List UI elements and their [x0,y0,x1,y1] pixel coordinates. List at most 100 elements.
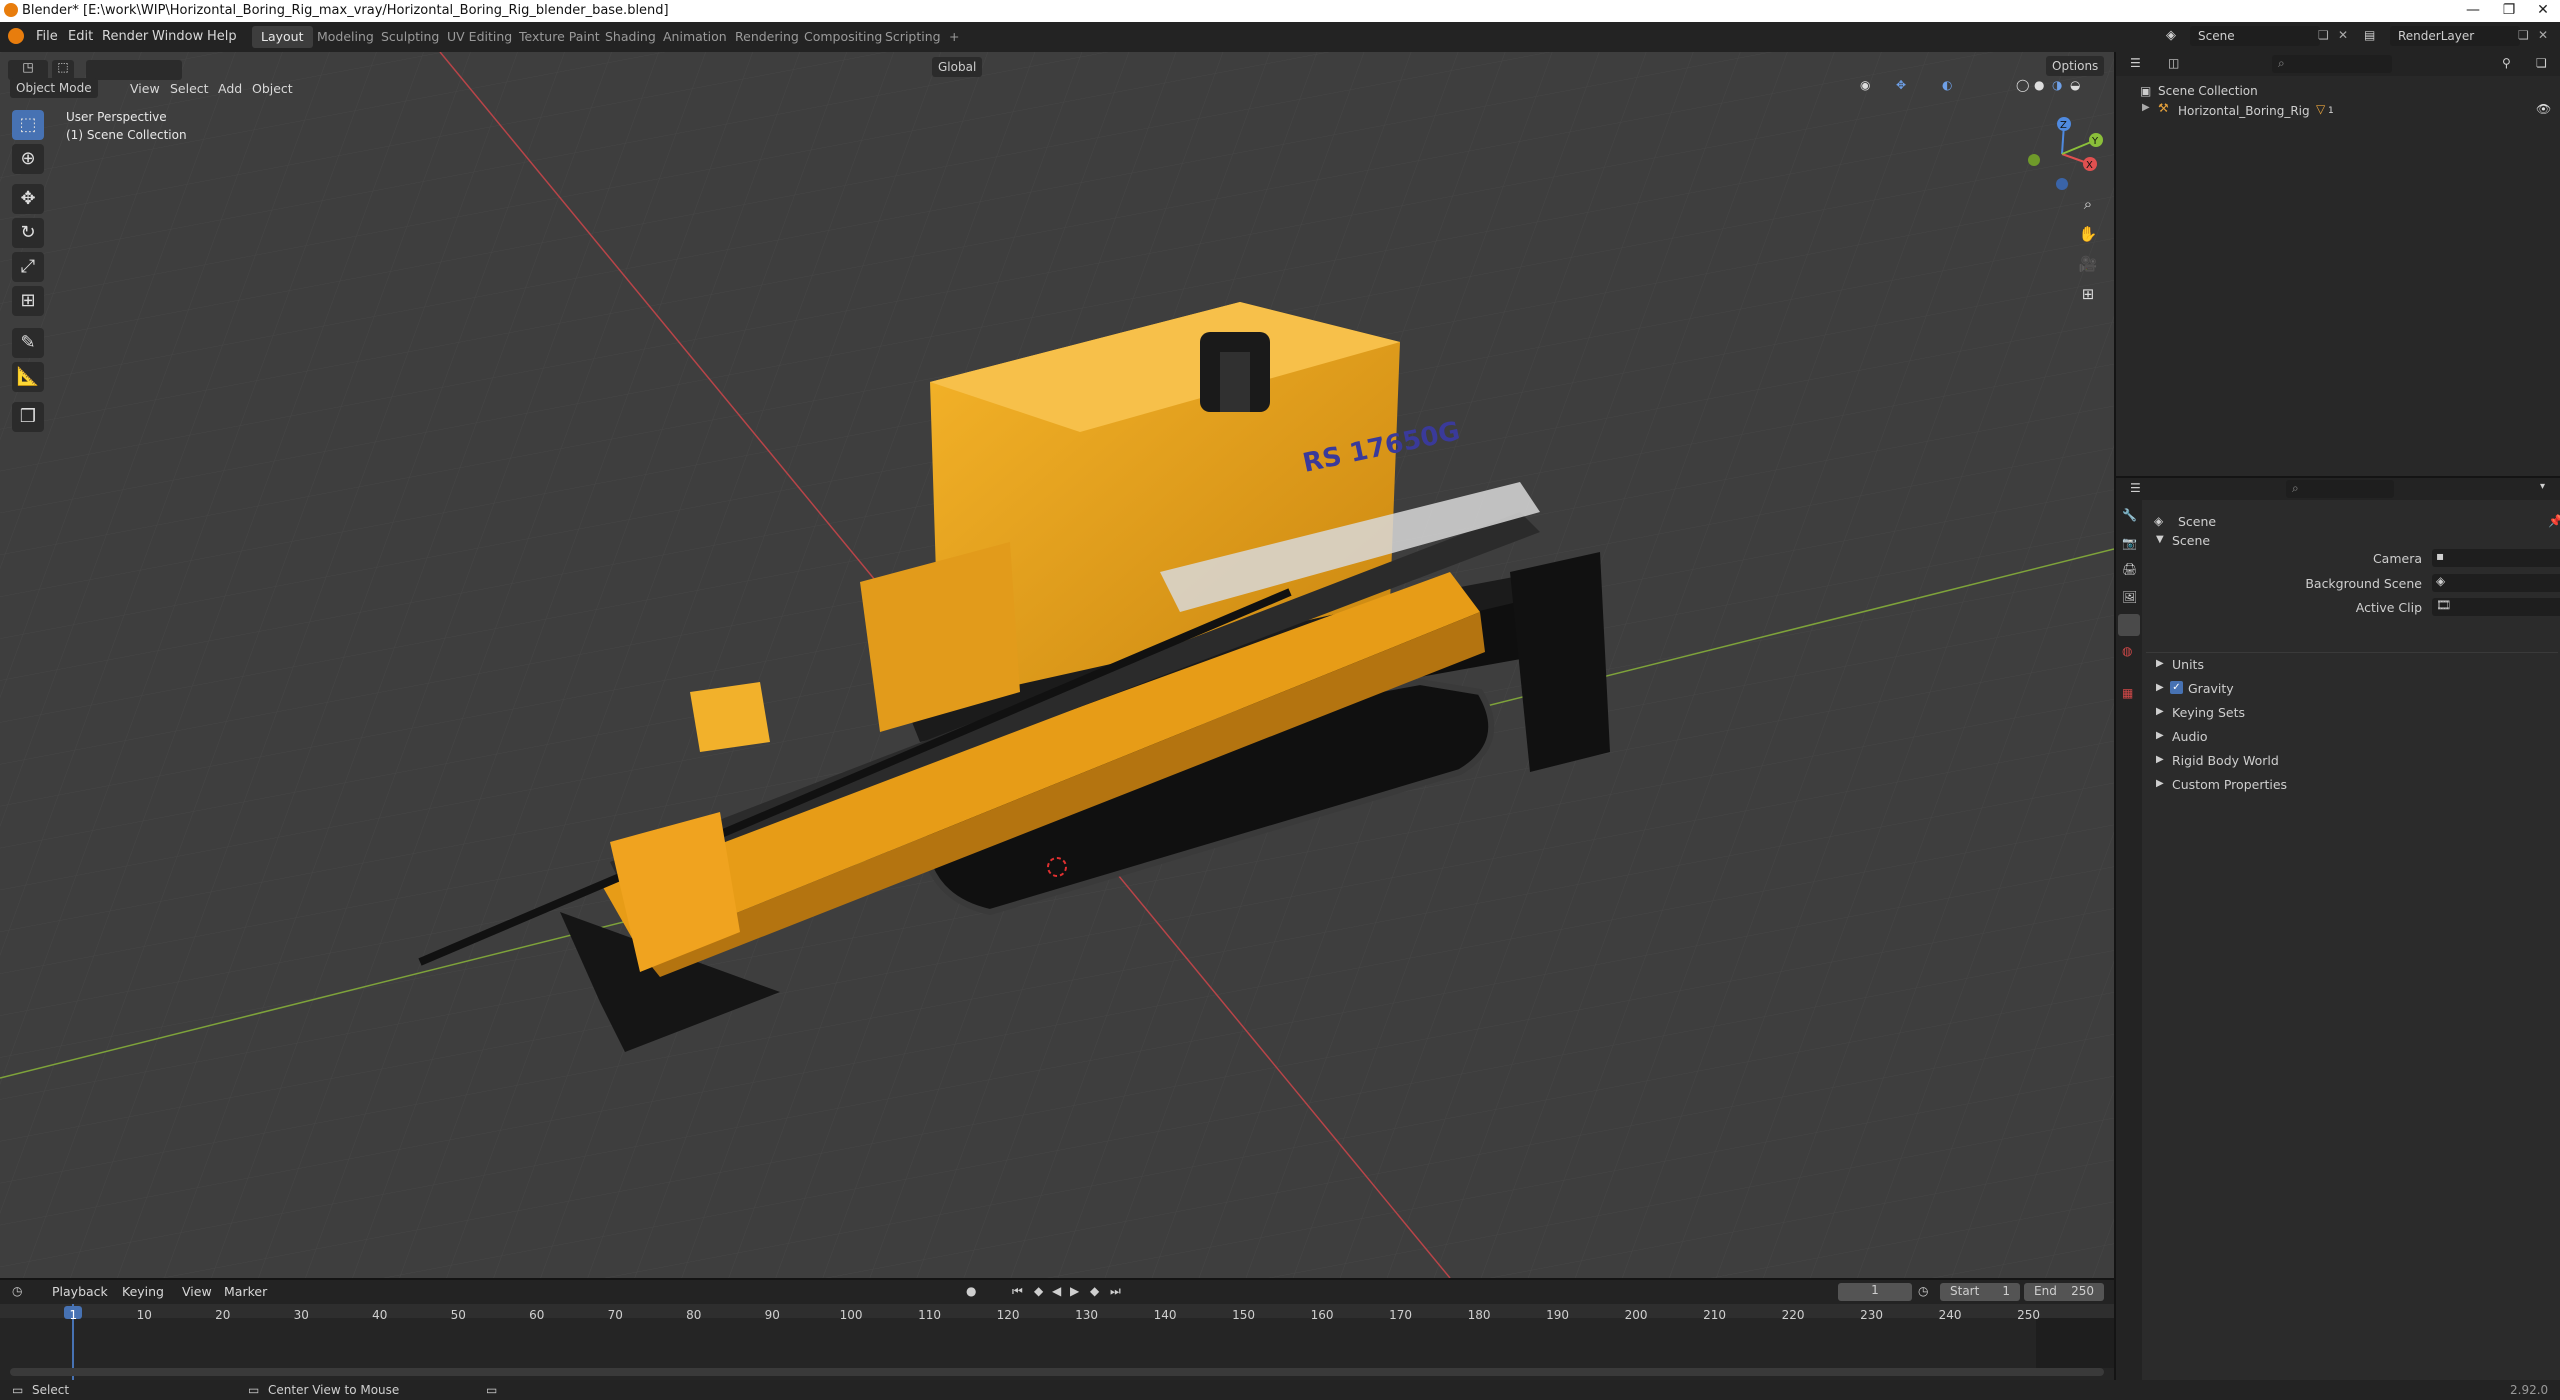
section-audio[interactable]: Audio [2172,729,2208,744]
pin-icon[interactable]: 📌 [2548,514,2560,528]
current-frame-field[interactable]: 1 [1838,1283,1912,1301]
viewport-menu-add[interactable]: Add [218,78,242,100]
jump-start-icon[interactable]: ⏮ [1012,1284,1023,1299]
new-scene-icon[interactable]: ❏ [2318,28,2329,42]
timeline-menu-keying[interactable]: Keying [122,1281,164,1303]
keying-expand-arrow-icon[interactable]: ▶ [2156,706,2164,717]
preview-range-icon[interactable]: ◷ [1918,1284,1928,1298]
record-keyframe-icon[interactable]: ● [966,1284,976,1298]
play-icon[interactable]: ▶ [1070,1284,1079,1298]
end-frame-field[interactable]: End 250 [2024,1283,2104,1301]
tab-scripting[interactable]: Scripting [876,26,950,48]
section-keying-sets[interactable]: Keying Sets [2172,705,2245,720]
units-expand-arrow-icon[interactable]: ▶ [2156,658,2164,669]
custom-props-expand-arrow-icon[interactable]: ▶ [2156,778,2164,789]
panel-collapse-arrow-icon[interactable]: ▼ [2156,534,2164,545]
delete-view-layer-icon[interactable]: ✕ [2538,28,2548,42]
section-rigid-body-world[interactable]: Rigid Body World [2172,753,2279,768]
rigid-body-expand-arrow-icon[interactable]: ▶ [2156,754,2164,765]
tab-uv-editing[interactable]: UV Editing [438,26,521,48]
jump-end-icon[interactable]: ⏭ [1110,1284,1121,1299]
menu-file[interactable]: File [36,29,58,44]
view-layer-selector[interactable]: RenderLayer [2390,26,2520,46]
start-frame-field[interactable]: Start 1 [1940,1283,2020,1301]
menu-edit[interactable]: Edit [68,29,93,44]
delete-scene-icon[interactable]: ✕ [2338,28,2348,42]
wireframe-shading-icon[interactable]: ◯ [2016,78,2029,92]
options-dropdown[interactable]: Options [2046,56,2105,76]
filter-icon[interactable]: ⚲ [2502,56,2511,70]
outliner-search-input[interactable]: ⌕ [2272,55,2392,73]
annotate-tool-icon[interactable]: ✎ [12,328,44,358]
scene-selector-icon[interactable]: ◈ [2166,28,2176,43]
view-layer-tab-icon[interactable]: 🖼 [2122,590,2137,604]
editor-type-icon[interactable]: ◳ [8,60,48,80]
properties-options-icon[interactable]: ▾ [2540,481,2545,492]
gizmo-toggle-icon[interactable]: ✥ [1896,78,1906,92]
rendered-shading-icon[interactable]: ◒ [2070,78,2080,92]
timeline-menu-playback[interactable]: Playback [52,1281,108,1303]
properties-search-input[interactable]: ⌕ [2286,480,2394,498]
display-mode-icon[interactable]: ◫ [2168,56,2179,70]
viewport-menu-view[interactable]: View [130,78,160,100]
active-clip-field[interactable]: 🎞 [2432,598,2560,616]
timeline-menu-marker[interactable]: Marker [224,1281,267,1303]
gravity-checkbox[interactable]: ✓ [2170,681,2183,694]
navigation-gizmo[interactable]: Z X Y [2016,114,2106,194]
pan-view-icon[interactable]: ✋ [2074,220,2102,248]
material-shading-icon[interactable]: ◑ [2052,78,2062,92]
timeline-editor-type-icon[interactable]: ◷ [12,1284,22,1298]
texture-tab-icon[interactable]: ▦ [2122,686,2133,700]
scene-panel-title[interactable]: Scene [2172,533,2210,548]
outliner-item-horizontal-boring-rig[interactable]: Horizontal_Boring_Rig [2178,104,2310,118]
new-view-layer-icon[interactable]: ❏ [2518,28,2529,42]
transform-tool-icon[interactable]: ⊞ [12,286,44,316]
vertical-divider[interactable] [2114,52,2116,1380]
add-cube-tool-icon[interactable]: ❒ [12,402,44,432]
tab-texture-paint[interactable]: Texture Paint [510,26,609,48]
tool-tab-icon[interactable]: 🔧 [2122,508,2137,522]
outliner-editor-type-icon[interactable]: ☰ [2130,56,2141,70]
tab-layout[interactable]: Layout [252,26,313,48]
zoom-view-icon[interactable]: ⌕ [2074,190,2102,218]
horizontal-divider[interactable] [2116,476,2560,478]
tab-animation[interactable]: Animation [654,26,736,48]
next-keyframe-icon[interactable]: ◆ [1090,1284,1099,1298]
close-button[interactable]: ✕ [2528,2,2558,20]
section-custom-properties[interactable]: Custom Properties [2172,777,2287,792]
transform-orientation-dropdown[interactable]: Global [932,57,983,77]
camera-field[interactable]: ▪✒ [2432,549,2560,567]
timeline-scrollbar[interactable] [10,1368,2104,1376]
section-units[interactable]: Units [2172,657,2204,672]
camera-view-icon[interactable]: 🎥 [2074,250,2102,278]
view-layer-icon[interactable]: ▤ [2364,28,2375,42]
select-box-tool-icon[interactable]: ⬚ [12,110,44,140]
move-tool-icon[interactable]: ✥ [12,184,44,214]
select-box-modes[interactable] [86,60,182,80]
blender-menu-icon[interactable] [8,28,24,44]
rotate-tool-icon[interactable]: ↻ [12,218,44,248]
audio-expand-arrow-icon[interactable]: ▶ [2156,730,2164,741]
background-scene-field[interactable]: ◈ [2432,574,2560,592]
output-tab-icon[interactable]: 🖨 [2122,562,2137,576]
ortho-toggle-icon[interactable]: ⊞ [2074,280,2102,308]
menu-render[interactable]: Render [102,29,148,44]
expand-arrow-icon[interactable]: ▶ [2142,102,2150,113]
overlay-toggle-icon[interactable]: ◐ [1942,78,1952,92]
scene-selector[interactable]: Scene [2190,26,2320,46]
measure-tool-icon[interactable]: 📐 [12,362,44,392]
mode-dropdown[interactable]: Object Mode [10,78,98,98]
play-reverse-icon[interactable]: ◀ [1052,1284,1061,1298]
new-collection-icon[interactable]: ❏ [2536,56,2547,70]
select-mode-icon[interactable]: ⬚ [52,60,74,80]
viewport-menu-select[interactable]: Select [170,78,209,100]
timeline-divider[interactable] [0,1278,2114,1280]
gravity-expand-arrow-icon[interactable]: ▶ [2156,682,2164,693]
maximize-button[interactable]: ❐ [2494,2,2524,20]
properties-editor-type-icon[interactable]: ☰ [2130,481,2141,495]
viewport-menu-object[interactable]: Object [252,78,293,100]
outliner-root-label[interactable]: Scene Collection [2158,84,2258,98]
scene-tab-icon[interactable] [2118,614,2140,636]
3d-viewport[interactable]: RS 17650G ◳ ⬚ Global Options Object Mode… [0,52,2114,1278]
visibility-eye-icon[interactable]: 👁 [2536,102,2551,116]
